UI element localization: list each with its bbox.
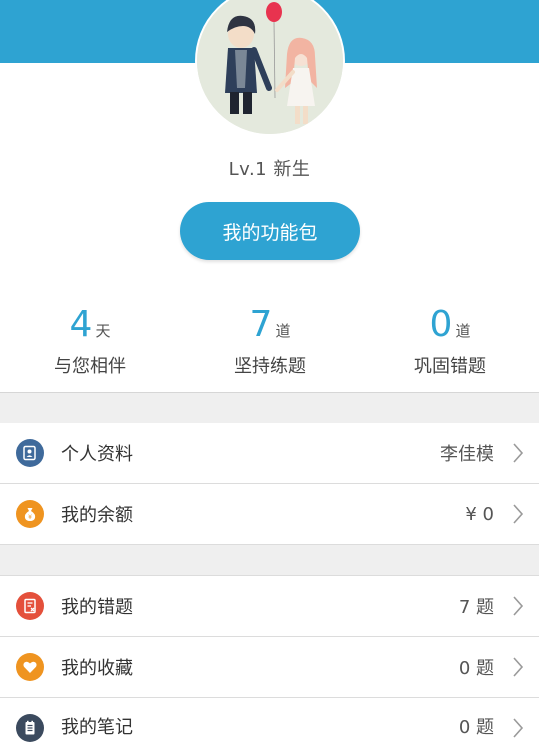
menu-item-favorites[interactable]: 我的收藏 0 题 (0, 637, 539, 697)
chevron-right-icon (513, 504, 524, 524)
menu-value: 0 题 (458, 717, 494, 738)
menu-value: 0 题 (458, 658, 494, 679)
menu-label: 个人资料 (61, 444, 133, 465)
section-gap (0, 545, 539, 575)
stat-practice-questions[interactable]: 7道 坚持练题 (180, 304, 360, 378)
stat-label: 坚持练题 (234, 356, 306, 377)
menu-value: ¥ 0 (465, 503, 494, 525)
menu-label: 我的错题 (61, 597, 133, 618)
menu-label: 我的余额 (61, 505, 133, 526)
stat-unit: 道 (455, 322, 471, 340)
stat-label: 与您相伴 (54, 356, 126, 377)
chevron-right-icon (513, 596, 524, 616)
menu-label: 我的收藏 (61, 658, 133, 679)
chevron-right-icon (513, 443, 524, 463)
money-bag-icon: ¥ (16, 500, 44, 528)
stat-label: 巩固错题 (414, 356, 486, 377)
svg-text:¥: ¥ (28, 514, 32, 521)
stat-unit: 道 (275, 322, 291, 340)
stat-value: 0 (429, 304, 453, 345)
menu-item-mistakes[interactable]: 我的错题 7 题 (0, 576, 539, 636)
avatar[interactable] (195, 0, 345, 136)
menu-label: 我的笔记 (61, 717, 133, 738)
stat-value: 7 (249, 304, 273, 345)
user-level: Lv.1 新生 (228, 159, 311, 180)
notebook-icon (16, 714, 44, 742)
menu-item-notes[interactable]: 我的笔记 0 题 (0, 698, 539, 754)
menu-value: 7 题 (458, 597, 494, 618)
function-pack-button[interactable]: 我的功能包 (180, 202, 360, 260)
wrong-doc-icon (16, 592, 44, 620)
stat-companion-days[interactable]: 4天 与您相伴 (0, 304, 180, 378)
chevron-right-icon (513, 718, 524, 738)
menu-item-profile[interactable]: 个人资料 李佳模 (0, 423, 539, 483)
stat-unit: 天 (95, 322, 111, 340)
heart-icon (16, 653, 44, 681)
menu-value: 李佳模 (440, 444, 494, 465)
stat-review-mistakes[interactable]: 0道 巩固错题 (360, 304, 539, 378)
section-gap (0, 393, 539, 423)
profile-card-icon (16, 439, 44, 467)
chevron-right-icon (513, 657, 524, 677)
stat-value: 4 (69, 304, 93, 345)
menu-item-balance[interactable]: ¥ 我的余额 ¥ 0 (0, 484, 539, 544)
